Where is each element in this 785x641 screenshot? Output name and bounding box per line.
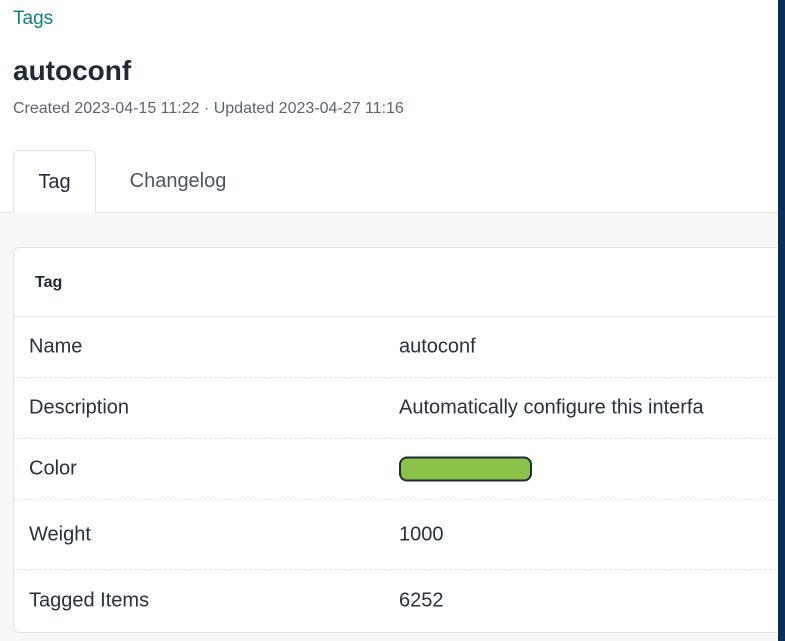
row-tagged-items: Tagged Items 6252	[14, 570, 778, 631]
tag-detail-page: Tags autoconf Created 2023-04-15 11:22 ·…	[0, 0, 778, 641]
row-value: autoconf	[399, 335, 476, 358]
sidebar-edge-strip	[778, 0, 785, 641]
row-label: Color	[29, 457, 77, 480]
color-swatch	[399, 456, 532, 482]
tab-changelog[interactable]: Changelog	[108, 150, 248, 213]
row-label: Tagged Items	[29, 589, 150, 611]
row-value: 1000	[399, 523, 444, 545]
row-weight: Weight 1000	[14, 500, 778, 570]
row-color: Color	[14, 439, 778, 500]
created-updated-meta: Created 2023-04-15 11:22 · Updated 2023-…	[13, 100, 404, 117]
row-value-color	[399, 456, 532, 482]
card-header: Tag	[14, 248, 778, 317]
breadcrumb-tags-link[interactable]: Tags	[13, 8, 53, 30]
row-label: Description	[29, 396, 130, 419]
tag-card: Tag Name autoconf Description Automatica…	[13, 247, 778, 633]
tabs-bar: Tag Changelog	[0, 150, 778, 214]
tab-tag[interactable]: Tag	[13, 150, 96, 214]
row-name: Name autoconf	[14, 317, 778, 378]
row-value: Automatically configure this interfa	[399, 396, 704, 419]
row-label: Weight	[29, 523, 91, 545]
page-title: autoconf	[13, 55, 132, 86]
row-value: 6252	[399, 589, 444, 611]
row-label: Name	[29, 335, 83, 358]
row-description: Description Automatically configure this…	[14, 378, 778, 439]
